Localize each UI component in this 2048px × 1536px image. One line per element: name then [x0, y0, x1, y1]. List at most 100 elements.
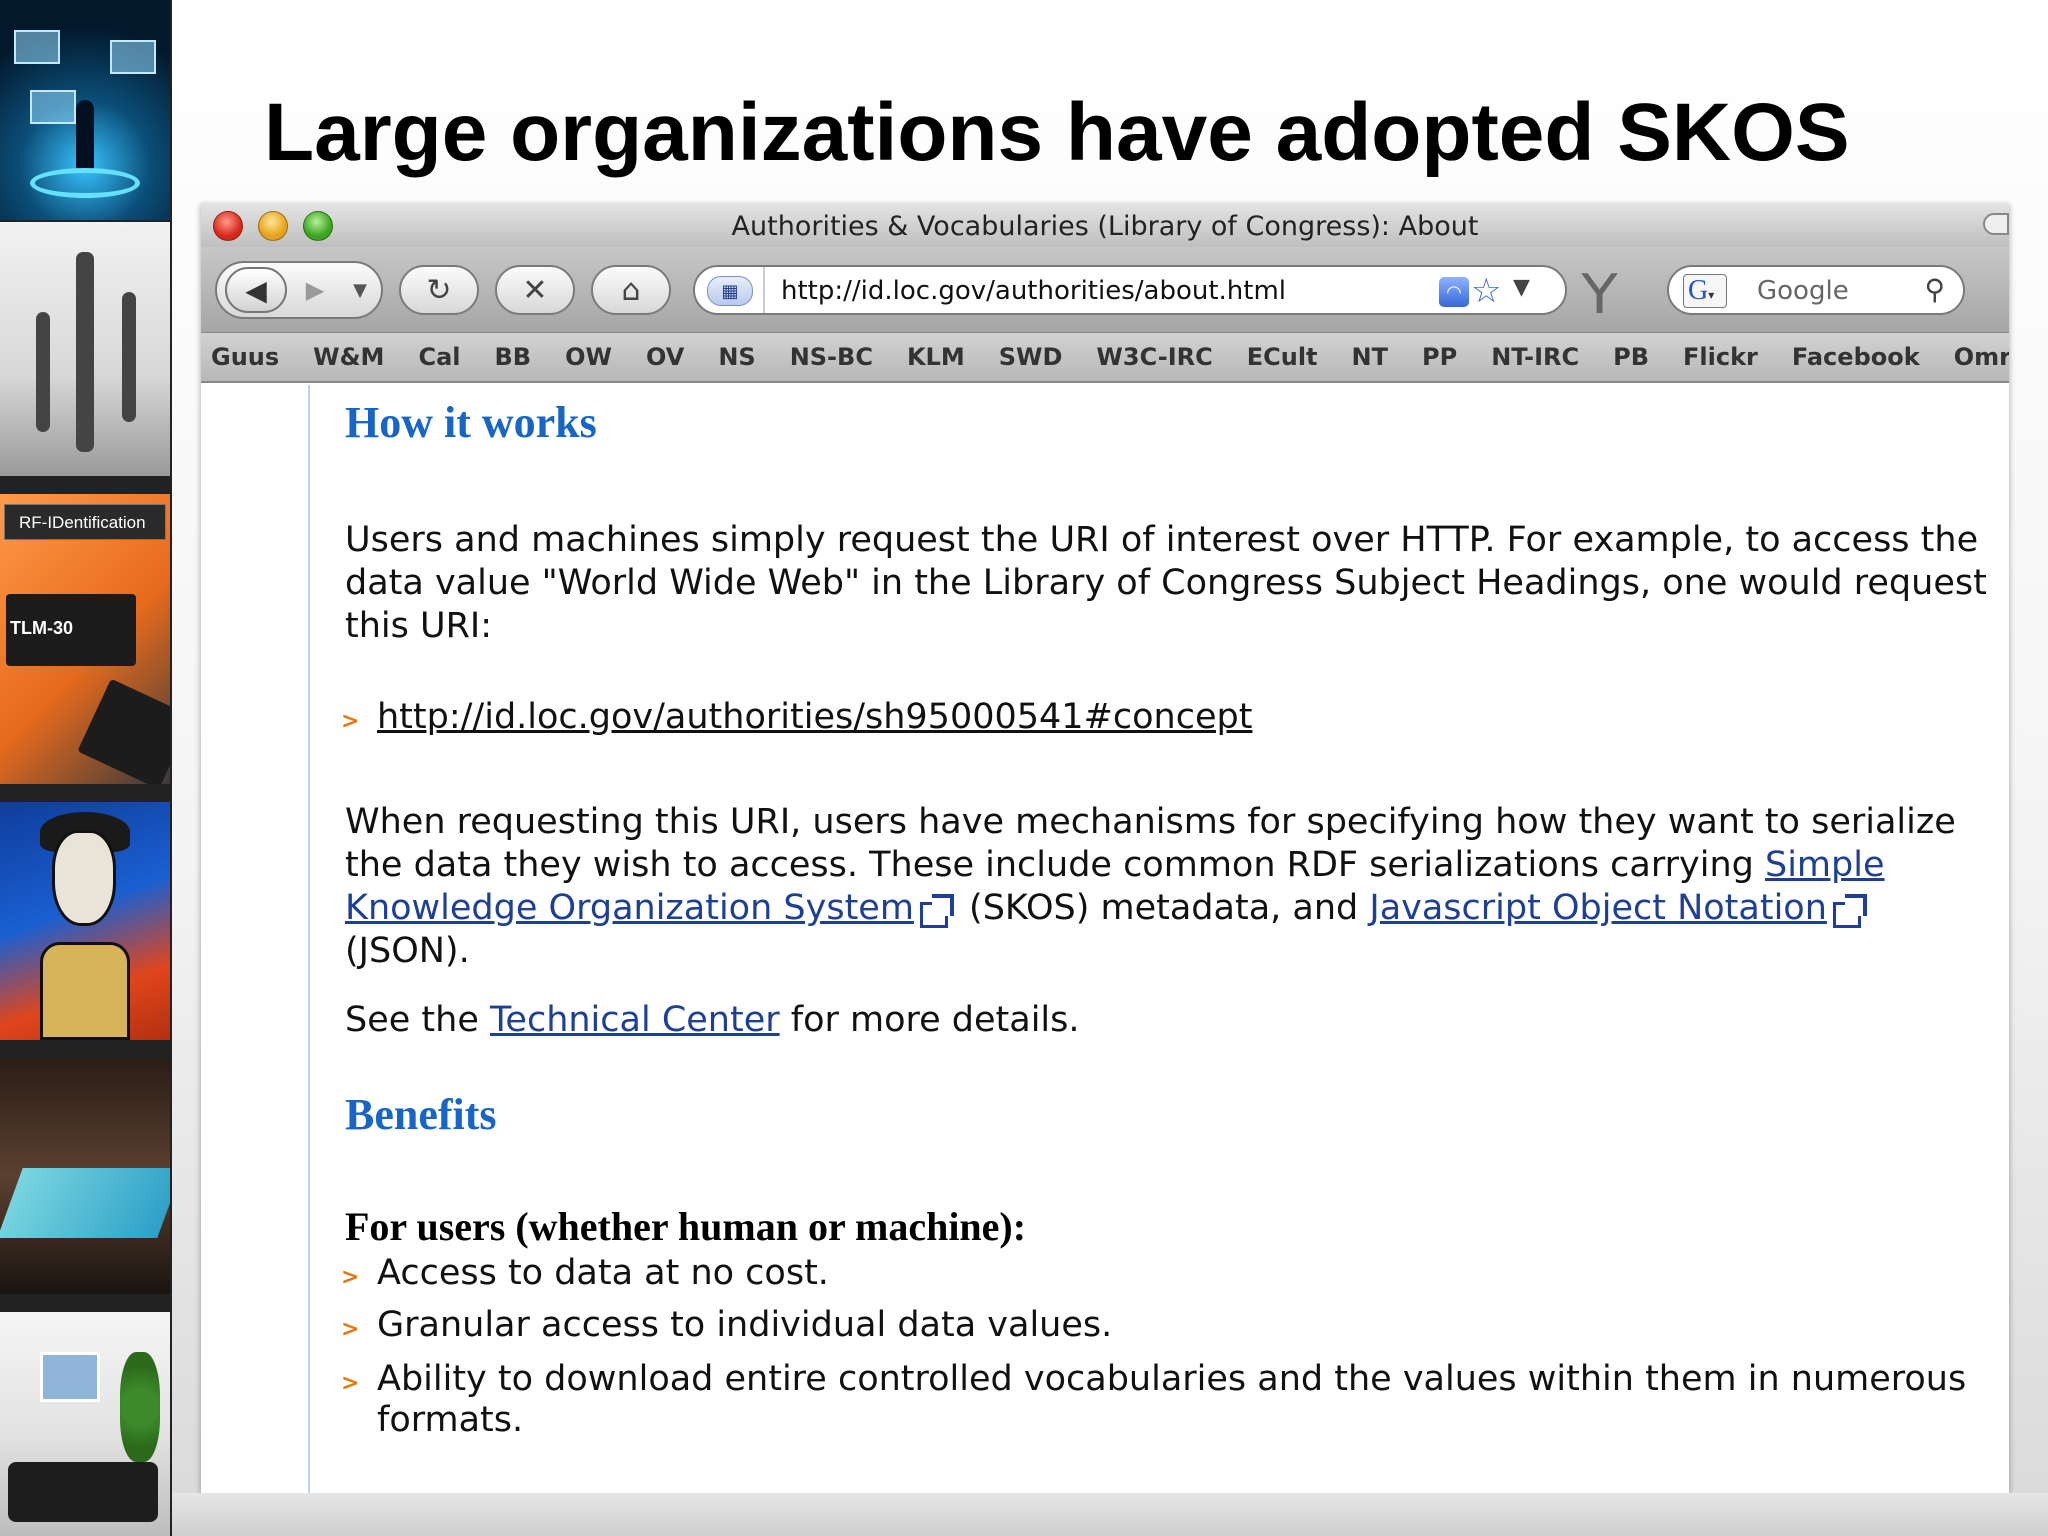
see-the-text: See the [345, 1000, 490, 1040]
url-text[interactable]: http://id.loc.gov/authorities/about.html [781, 276, 1286, 306]
site-identity-icon[interactable]: ▦ [707, 276, 753, 306]
bookmarks-bar: Guus W&M Cal BB OW OV NS NS-BC KLM SWD W… [201, 333, 2009, 383]
bullet-icon: > [341, 1265, 360, 1290]
bookmark-item[interactable]: NT-IRC [1491, 343, 1579, 371]
wall-frame [40, 1352, 100, 1402]
window-title: Authorities & Vocabularies (Library of C… [731, 211, 1479, 242]
screen-panel [30, 90, 76, 124]
forward-button[interactable]: ▶ [291, 272, 339, 308]
bookmark-item[interactable]: W3C-IRC [1096, 343, 1212, 371]
benefit-item: Granular access to individual data value… [377, 1305, 1113, 1345]
benefit-item: Ability to download entire controlled vo… [377, 1359, 1967, 1440]
bookmark-item[interactable]: NS-BC [790, 343, 873, 371]
external-link-icon [918, 894, 954, 928]
screen-panel [14, 30, 60, 64]
yahoo-toolbar-icon[interactable]: Y [1581, 263, 1617, 326]
bookmark-item[interactable]: PB [1613, 343, 1649, 371]
benefit-item: Access to data at no cost. [377, 1253, 829, 1293]
example-uri-link[interactable]: http://id.loc.gov/authorities/sh95000541… [377, 697, 1977, 738]
content-rule [308, 385, 310, 1493]
technical-center-link[interactable]: Technical Center [490, 1000, 780, 1040]
bookmark-item[interactable]: OV [646, 343, 684, 371]
technical-center-paragraph: See the Technical Center for more detail… [345, 999, 2005, 1042]
title-bar[interactable]: Authorities & Vocabularies (Library of C… [201, 203, 2009, 247]
intro-paragraph: Users and machines simply request the UR… [345, 520, 1987, 646]
url-divider [763, 267, 765, 313]
walking-figures-image [0, 222, 170, 476]
bookmark-star-icon[interactable]: ☆ [1471, 271, 1501, 311]
search-bar[interactable]: G▾ Google ⚲ [1667, 265, 1965, 315]
serialization-text: When requesting this URI, users have mec… [345, 802, 1956, 885]
screen-panel [110, 40, 156, 74]
url-bar[interactable]: ▦ http://id.loc.gov/authorities/about.ht… [693, 265, 1567, 315]
search-icon[interactable]: ⚲ [1924, 273, 1945, 306]
bookmark-item[interactable]: Omroep [1954, 343, 2009, 371]
bookmark-item[interactable]: Cal [418, 343, 460, 371]
sofa [8, 1462, 158, 1522]
serialization-text-2: (SKOS) metadata, and [957, 888, 1370, 928]
bookmark-item[interactable]: NT [1352, 343, 1388, 371]
bookmark-item[interactable]: W&M [313, 343, 384, 371]
serialization-paragraph: When requesting this URI, users have mec… [345, 801, 2005, 973]
touch-table-image [0, 1058, 170, 1294]
bookmark-item[interactable]: Guus [211, 343, 279, 371]
rfid-label: RF-IDentification [4, 504, 166, 540]
more-details-text: for more details. [779, 1000, 1080, 1040]
bookmark-item[interactable]: KLM [907, 343, 965, 371]
touch-table [0, 1168, 170, 1238]
back-arrow-icon: ◀ [245, 273, 267, 307]
virtual-screens-image [0, 0, 170, 220]
person-silhouette [76, 100, 94, 170]
google-engine-icon[interactable]: G▾ [1683, 274, 1727, 308]
users-subheading: For users (whether human or machine): [345, 1204, 1027, 1249]
browser-window: Authorities & Vocabularies (Library of C… [201, 203, 2009, 1493]
bookmark-item[interactable]: BB [495, 343, 532, 371]
bookmark-item[interactable]: Flickr [1683, 343, 1758, 371]
search-input[interactable]: Google [1757, 276, 1849, 306]
painting-face [52, 830, 116, 926]
page-content: How it works Users and machines simply r… [201, 385, 2009, 1493]
serialization-text-3: (JSON). [345, 931, 470, 971]
reload-button[interactable]: ↻ [399, 265, 479, 315]
figure [122, 292, 136, 422]
chevron-down-icon: ▼ [353, 279, 367, 301]
painting-body [40, 942, 130, 1040]
bullet-icon: > [341, 1317, 360, 1342]
light-ring [30, 168, 140, 198]
slide-footer-shade [172, 1493, 2048, 1536]
stop-button[interactable]: ✕ [495, 265, 575, 315]
bookmark-item[interactable]: Facebook [1792, 343, 1920, 371]
bookmark-item[interactable]: PP [1422, 343, 1457, 371]
navigation-toolbar: ◀ ▶ ▼ ↻ ✕ ⌂ ▦ http://id.loc.gov/authorit… [201, 247, 2009, 333]
bookmark-item[interactable]: SWD [999, 343, 1063, 371]
external-link-icon [1831, 894, 1867, 928]
slide-title: Large organizations have adopted SKOS [264, 87, 1850, 178]
bookmark-item[interactable]: ECult [1247, 343, 1318, 371]
back-button[interactable]: ◀ [225, 267, 287, 313]
toolbar-toggle-button[interactable] [1983, 213, 2009, 235]
bullet-icon: > [341, 709, 360, 734]
bookmark-item[interactable]: OW [565, 343, 612, 371]
close-icon: ✕ [522, 272, 548, 308]
bookmark-item[interactable]: NS [718, 343, 755, 371]
figure [76, 252, 94, 452]
bullet-icon: > [341, 1371, 360, 1396]
json-link[interactable]: Javascript Object Notation [1369, 888, 1827, 928]
rss-feed-icon[interactable]: ◠ [1439, 277, 1469, 307]
figure [36, 312, 50, 432]
history-nav-group: ◀ ▶ ▼ [215, 261, 383, 319]
how-it-works-heading: How it works [345, 398, 597, 447]
url-dropdown-icon[interactable]: ▼ [1513, 275, 1530, 300]
rfid-chips-image: RF-IDentification TLM-30 [0, 494, 170, 784]
reload-icon: ↻ [426, 272, 452, 308]
tlm-label: TLM-30 [10, 618, 73, 638]
forward-arrow-icon: ▶ [305, 276, 325, 304]
rfid-chip [77, 678, 170, 784]
picasso-painting-image [0, 802, 170, 1040]
image-strip: RF-IDentification TLM-30 [0, 0, 172, 1536]
home-button[interactable]: ⌂ [591, 265, 671, 315]
home-icon: ⌂ [621, 272, 641, 308]
living-room-image [0, 1312, 170, 1536]
history-dropdown-button[interactable]: ▼ [343, 272, 377, 308]
benefits-heading: Benefits [345, 1090, 497, 1139]
